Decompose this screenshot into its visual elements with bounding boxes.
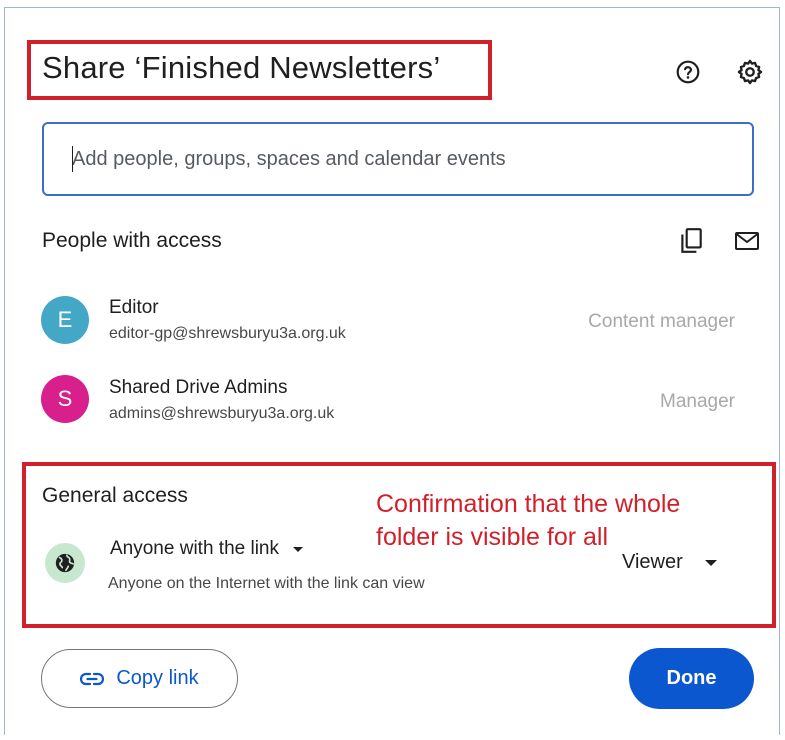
gear-icon[interactable]: [733, 55, 767, 89]
person-name: Editor: [109, 297, 159, 318]
person-role: Manager: [660, 391, 735, 412]
link-access-description: Anyone on the Internet with the link can…: [108, 575, 425, 592]
link-access-label: Anyone with the link: [110, 538, 279, 559]
copy-link-label: Copy link: [116, 667, 199, 689]
role-dropdown[interactable]: Viewer: [622, 551, 717, 574]
annotation-text: Confirmation that the whole folder is vi…: [376, 490, 681, 551]
add-people-field[interactable]: [42, 122, 754, 196]
globe-icon: [45, 543, 85, 583]
done-button[interactable]: Done: [629, 648, 754, 709]
link-access-dropdown[interactable]: Anyone with the link: [110, 538, 303, 560]
copy-emails-icon[interactable]: [674, 225, 708, 257]
person-name: Shared Drive Admins: [109, 377, 288, 398]
title-highlight-box: [27, 40, 492, 100]
avatar-shared-drive-admins: S: [41, 375, 89, 423]
general-access-heading: General access: [42, 484, 188, 507]
mail-icon[interactable]: [731, 226, 763, 256]
add-people-input[interactable]: [72, 144, 712, 174]
chevron-down-icon: [293, 546, 303, 552]
text-cursor: [72, 146, 73, 172]
chevron-down-icon: [704, 559, 717, 566]
person-email: editor-gp@shrewsburyu3a.org.uk: [109, 325, 346, 342]
person-email: admins@shrewsburyu3a.org.uk: [109, 405, 335, 422]
role-label: Viewer: [622, 551, 683, 573]
person-role: Content manager: [588, 311, 735, 332]
link-icon: [80, 672, 105, 685]
avatar-editor: E: [41, 296, 89, 344]
copy-link-button[interactable]: Copy link: [41, 649, 238, 708]
help-icon[interactable]: [672, 56, 704, 88]
people-with-access-heading: People with access: [42, 229, 222, 252]
